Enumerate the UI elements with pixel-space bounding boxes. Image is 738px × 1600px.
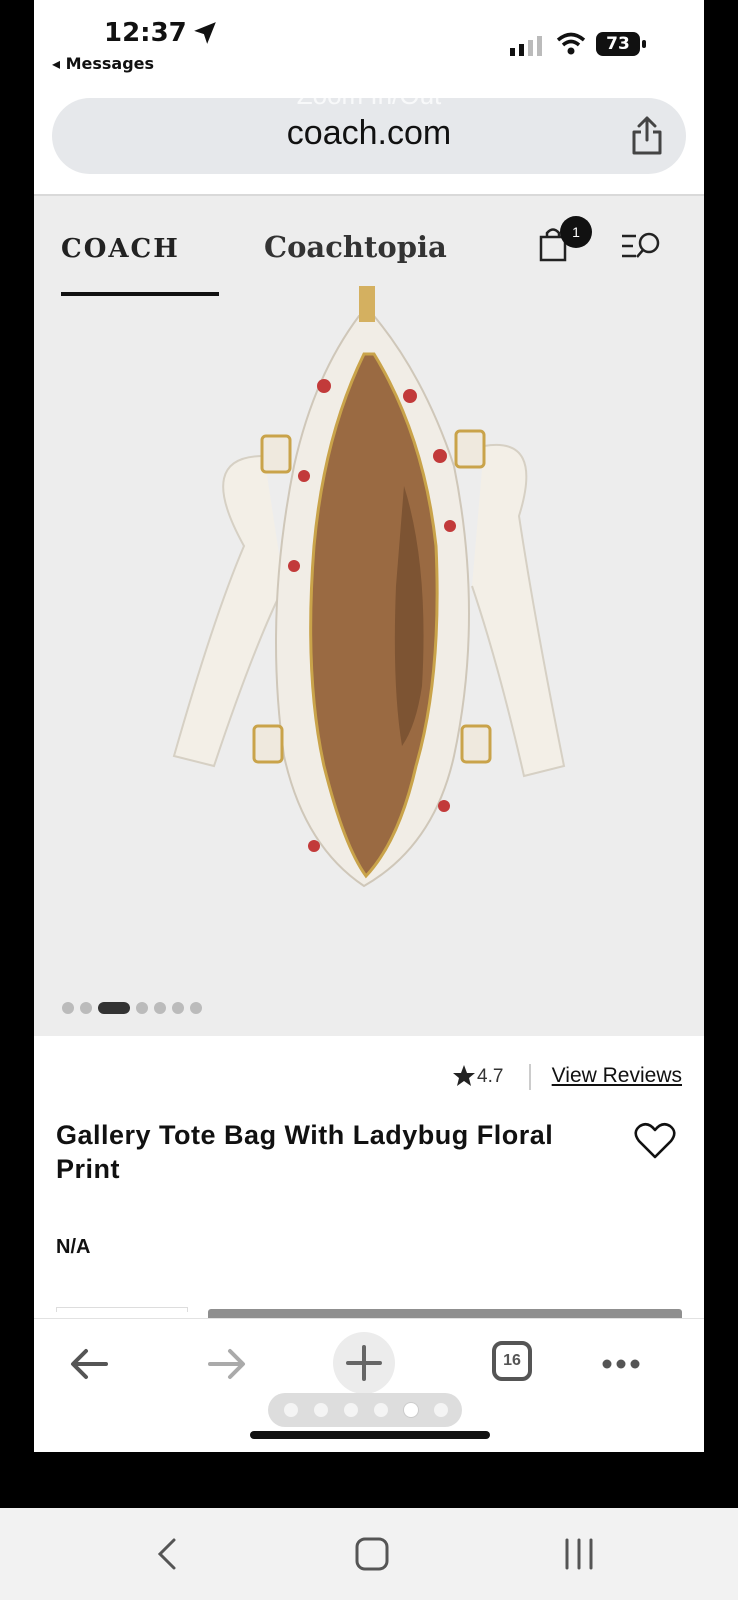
tab-count-button[interactable]: 16 — [492, 1341, 532, 1381]
location-arrow-icon — [194, 22, 216, 44]
battery-nub — [642, 40, 646, 48]
pager-dot[interactable] — [434, 1403, 448, 1417]
gallery-dot[interactable] — [190, 1002, 202, 1014]
wifi-icon — [556, 32, 586, 55]
nav-back-icon[interactable] — [148, 1534, 188, 1574]
pager-dot[interactable] — [374, 1403, 388, 1417]
pager-dot[interactable] — [344, 1403, 358, 1417]
rating-separator — [529, 1064, 531, 1090]
new-tab-plus-icon[interactable] — [332, 1331, 396, 1395]
gallery-dot-active[interactable] — [98, 1002, 130, 1014]
pager-dot[interactable] — [314, 1403, 328, 1417]
share-icon[interactable] — [630, 116, 664, 156]
address-bar[interactable]: Zoom In/Out coach.com — [52, 80, 686, 174]
gallery-dot[interactable] — [154, 1002, 166, 1014]
quantity-box-peek[interactable] — [56, 1307, 188, 1312]
gallery-dot[interactable] — [62, 1002, 74, 1014]
star-icon — [453, 1065, 475, 1086]
coach-logo-tab[interactable]: COACH — [61, 234, 180, 264]
wishlist-heart-icon[interactable] — [634, 1122, 676, 1160]
home-indicator[interactable] — [250, 1431, 490, 1439]
product-title: Gallery Tote Bag With Ladybug Floral Pri… — [56, 1120, 554, 1184]
status-time: 12:37 — [104, 18, 187, 48]
address-domain[interactable]: coach.com — [52, 114, 686, 153]
forward-arrow-icon[interactable] — [202, 1339, 252, 1389]
rating-value: 4.7 — [477, 1066, 504, 1087]
gallery-dot[interactable] — [80, 1002, 92, 1014]
pager-dot[interactable] — [284, 1403, 298, 1417]
nav-recents-icon[interactable] — [559, 1534, 599, 1574]
back-arrow-icon[interactable] — [64, 1339, 114, 1389]
tab-group-pager[interactable] — [268, 1393, 462, 1427]
more-options-icon[interactable] — [596, 1339, 646, 1389]
menu-search-icon[interactable] — [620, 230, 662, 264]
back-to-messages-link[interactable]: ◂ Messages — [52, 54, 154, 73]
gallery-dot[interactable] — [136, 1002, 148, 1014]
browser-toolbar: 16 — [34, 1318, 704, 1452]
product-gallery[interactable]: COACH Coachtopia 1 — [34, 196, 704, 1036]
zoom-hint-overlay: Zoom In/Out — [296, 80, 442, 110]
phone-screen: 12:37 ◂ Messages 73 Zoom In/Out coach.co… — [34, 0, 704, 1452]
battery-indicator: 73 — [596, 32, 646, 58]
view-reviews-link[interactable]: View Reviews — [552, 1064, 682, 1088]
pager-dot-active[interactable] — [404, 1403, 418, 1417]
product-price: N/A — [56, 1236, 91, 1258]
tote-bag-product-image[interactable] — [154, 286, 584, 926]
gallery-dot[interactable] — [172, 1002, 184, 1014]
android-nav-bar — [0, 1508, 738, 1600]
nav-home-icon[interactable] — [352, 1534, 392, 1574]
battery-level: 73 — [596, 32, 640, 56]
coachtopia-logo-tab[interactable]: Coachtopia — [264, 230, 447, 264]
cellular-signal-icon — [510, 36, 542, 56]
cart-count-badge: 1 — [560, 216, 592, 248]
